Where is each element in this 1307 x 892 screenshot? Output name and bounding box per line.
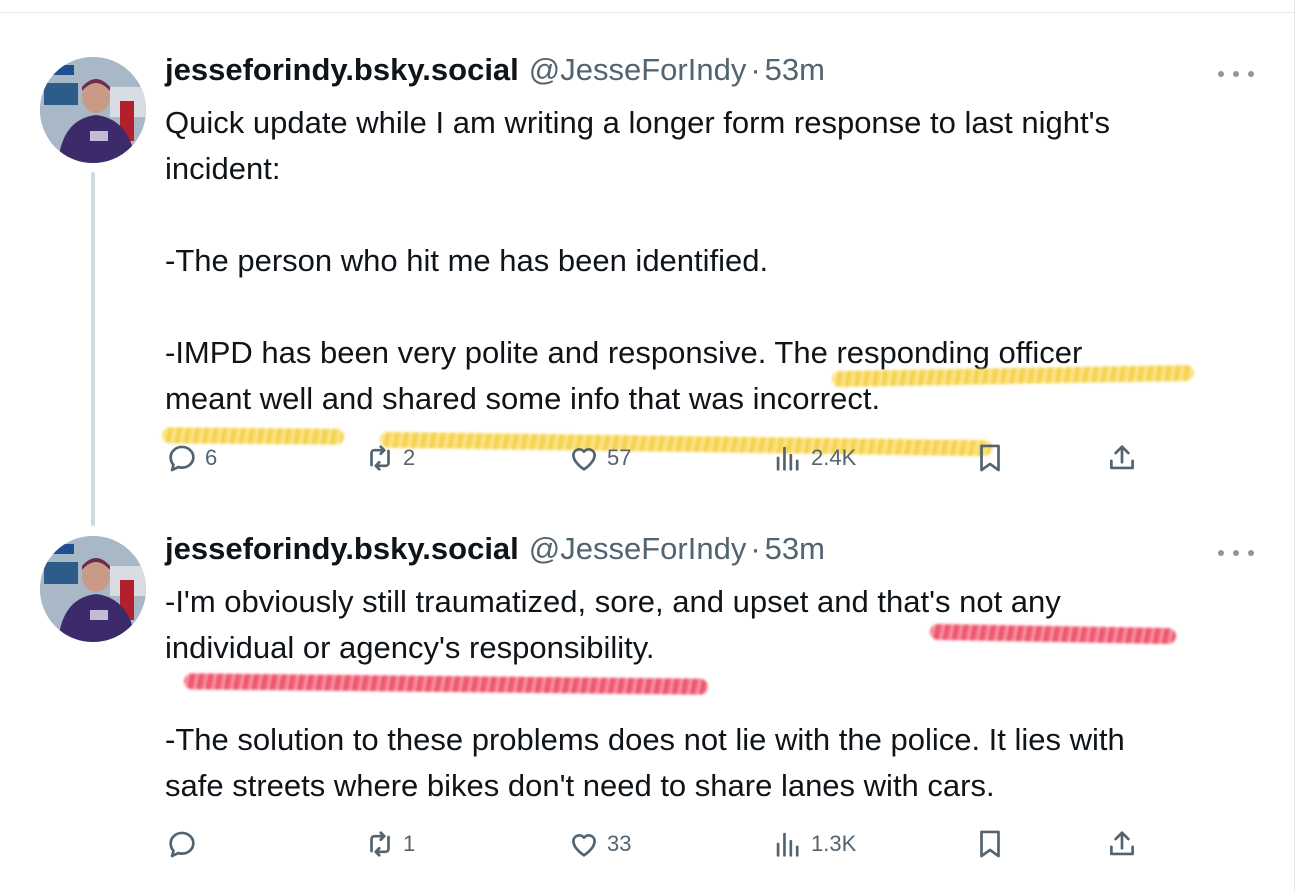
views-count: 1.3K — [811, 831, 857, 856]
avatar-image — [40, 57, 146, 163]
display-name[interactable]: jesseforindy.bsky.social — [165, 52, 519, 88]
avatar-image — [40, 536, 146, 642]
repost-icon — [370, 831, 390, 857]
like-button[interactable]: 57 — [567, 438, 631, 478]
repost-count: 2 — [403, 445, 416, 470]
repost-icon — [370, 445, 390, 471]
reply-count: 6 — [205, 445, 218, 470]
views-icon — [776, 446, 799, 471]
timestamp[interactable]: 53m — [765, 52, 825, 88]
like-count: 33 — [607, 831, 632, 856]
views-count: 2.4K — [811, 445, 857, 470]
more-icon[interactable] — [1218, 543, 1254, 563]
tweet-header: jesseforindy.bsky.social @JesseForIndy ·… — [165, 52, 825, 92]
share-button[interactable] — [1105, 438, 1139, 478]
reply-button[interactable] — [165, 824, 205, 864]
bookmark-icon — [980, 444, 1000, 472]
separator-dot: · — [750, 531, 761, 566]
avatar[interactable] — [40, 536, 146, 642]
views-button[interactable]: 2.4K — [771, 438, 856, 478]
repost-button[interactable]: 1 — [363, 824, 415, 864]
like-count: 57 — [607, 445, 632, 470]
top-divider — [0, 12, 1294, 13]
like-icon — [572, 834, 596, 857]
reply-icon — [169, 445, 195, 472]
views-icon — [776, 832, 799, 857]
repost-button[interactable]: 2 — [363, 438, 415, 478]
avatar[interactable] — [40, 57, 146, 163]
user-handle[interactable]: @JesseForIndy — [529, 52, 747, 88]
thread-connector-line — [91, 172, 95, 526]
share-button[interactable] — [1105, 824, 1139, 864]
bookmark-icon — [980, 830, 1000, 858]
share-icon — [1110, 831, 1134, 856]
bookmark-button[interactable] — [973, 824, 1007, 864]
reply-button[interactable]: 6 — [165, 438, 217, 478]
repost-count: 1 — [403, 831, 416, 856]
separator-dot: · — [750, 52, 761, 87]
user-handle[interactable]: @JesseForIndy — [529, 531, 747, 567]
timestamp[interactable]: 53m — [765, 531, 825, 567]
tweet-actions: 1 33 1.3K — [165, 824, 1145, 864]
bookmark-button[interactable] — [973, 438, 1007, 478]
share-icon — [1110, 445, 1134, 470]
display-name[interactable]: jesseforindy.bsky.social — [165, 531, 519, 567]
views-button[interactable]: 1.3K — [771, 824, 856, 864]
tweet-actions: 6 2 57 2.4K — [165, 438, 1145, 478]
reply-icon — [169, 831, 195, 858]
right-divider — [1294, 0, 1295, 892]
more-icon[interactable] — [1218, 64, 1254, 84]
like-icon — [572, 448, 596, 471]
tweet-header: jesseforindy.bsky.social @JesseForIndy ·… — [165, 531, 825, 571]
like-button[interactable]: 33 — [567, 824, 631, 864]
